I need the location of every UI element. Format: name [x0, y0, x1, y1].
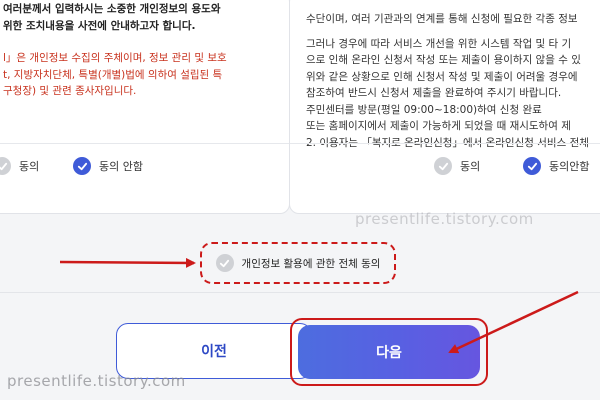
text-line: l」은 개인정보 수집의 주체이며, 정보 관리 및 보호: [3, 52, 227, 64]
text-line: 또는 홈페이지에서 제출이 가능하게 되었을 때 재시도하여 제: [306, 120, 571, 132]
left-disagree-radio[interactable]: 동의 안함: [73, 157, 143, 175]
text-line: 위한 조치내용을 사전에 안내하고자 합니다.: [3, 19, 196, 32]
arrow-to-overall-consent: [59, 257, 196, 268]
right-disagree-radio[interactable]: 동의안함: [523, 157, 589, 175]
left-agree-radio[interactable]: 동의: [0, 157, 39, 175]
text-line: 구청장) 및 관련 종사자입니다.: [3, 85, 137, 97]
text-line: 그러나 경우에 따라 서비스 개선을 위한 시스템 작업 및 타 기: [306, 37, 572, 50]
text-line: 참조하여 반드시 신청서 제출을 완료하여 주시기 바랍니다.: [306, 87, 562, 99]
text-line: 여러분께서 입력하시는 소중한 개인정보의 용도와: [3, 3, 221, 15]
text-line: 수단이며, 여러 기관과의 연계를 통해 신청에 필요한 각종 정보: [306, 13, 578, 25]
text-line: [3, 34, 289, 50]
check-circle-icon: [215, 254, 234, 272]
consent-text-left: 여러분께서 입력하시는 소중한 개인정보의 용도와 위한 조치내용을 사전에 안…: [3, 0, 289, 149]
text-line: 으로 인해 온라인 신청서 작성 또는 제출이 용이하지 않을 수 있: [306, 54, 581, 66]
panel-divider: [290, 143, 600, 144]
check-circle-icon: [0, 157, 11, 175]
overall-consent-checkbox[interactable]: 개인정보 활용에 관한 전체 동의: [200, 242, 396, 284]
text-line: [306, 28, 600, 36]
section-divider: [0, 292, 600, 293]
right-agree-radio[interactable]: 동의: [434, 157, 480, 175]
watermark: presentlife.tistory.com: [7, 372, 186, 390]
left-disagree-label: 동의 안함: [99, 160, 143, 173]
next-button[interactable]: 다음: [298, 325, 480, 379]
text-line: 2. 이용자는 「복지로 온라인신청」에서 온라인신청 서비스 전체: [306, 136, 589, 149]
panel-divider: [0, 143, 289, 144]
prev-button[interactable]: 이전: [116, 323, 312, 379]
right-agree-label: 동의: [460, 160, 481, 173]
consent-panel-left: 여러분께서 입력하시는 소중한 개인정보의 용도와 위한 조치내용을 사전에 안…: [0, 0, 290, 214]
text-line: 위와 같은 상황으로 인해 신청서 작성 및 제출이 어려울 경우에: [306, 70, 578, 83]
consent-panel-right: 수단이며, 여러 기관과의 연계를 통해 신청에 필요한 각종 정보 그러나 경…: [289, 0, 600, 214]
consent-text-right: 수단이며, 여러 기관과의 연계를 통해 신청에 필요한 각종 정보 그러나 경…: [306, 0, 600, 149]
text-line: 주민센터를 방문(평일 09:00~18:00)하여 신청 완료: [306, 103, 542, 116]
left-agree-label: 동의: [19, 160, 40, 173]
overall-consent-label: 개인정보 활용에 관한 전체 동의: [241, 257, 381, 270]
check-circle-icon: [523, 157, 541, 175]
watermark: presentlife.tistory.com: [355, 210, 534, 228]
check-circle-icon: [73, 157, 91, 175]
right-disagree-label: 동의안함: [549, 160, 590, 173]
text-line: t, 지방자치단체, 특별(개별)법에 의하여 설립된 특: [3, 68, 223, 81]
check-circle-icon: [434, 157, 452, 175]
